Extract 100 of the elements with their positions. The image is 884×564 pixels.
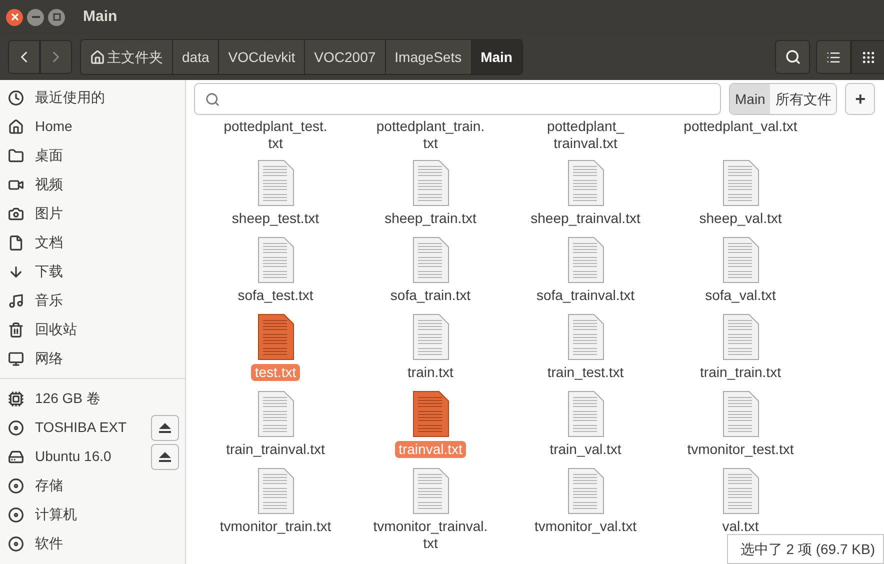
file-name: tvmonitor_test.txt bbox=[686, 441, 795, 458]
minimize-icon bbox=[32, 16, 40, 18]
chip-icon bbox=[8, 390, 24, 406]
file-name: pottedplant_test. txt bbox=[222, 118, 328, 152]
file-name: train.txt bbox=[406, 364, 454, 381]
close-button[interactable] bbox=[6, 8, 23, 26]
list-icon bbox=[826, 50, 841, 64]
disk-icon bbox=[8, 536, 24, 552]
drive-icon bbox=[8, 448, 24, 464]
document-icon bbox=[8, 234, 24, 250]
sidebar-item[interactable]: 存储 bbox=[0, 471, 185, 500]
file-name: tvmonitor_val.txt bbox=[534, 518, 638, 535]
sidebar-item[interactable]: 文档 bbox=[0, 228, 185, 257]
list-view-button[interactable] bbox=[816, 40, 851, 74]
sidebar-item[interactable]: TOSHIBA EXT bbox=[0, 413, 185, 442]
path-button[interactable]: Main bbox=[472, 40, 522, 74]
path-button[interactable]: ImageSets bbox=[386, 40, 472, 74]
sidebar-label: 下载 bbox=[35, 262, 64, 281]
sidebar-label: 计算机 bbox=[35, 505, 78, 524]
disk-icon bbox=[8, 420, 24, 436]
sidebar-item[interactable]: 回收站 bbox=[0, 315, 185, 344]
sidebar-label: TOSHIBA EXT bbox=[35, 418, 128, 437]
sidebar-label: 桌面 bbox=[35, 146, 64, 165]
file-name: sofa_trainval.txt bbox=[535, 287, 636, 304]
file-name: sheep_trainval.txt bbox=[530, 210, 642, 227]
scope-button[interactable]: Main bbox=[730, 84, 770, 114]
sidebar-item[interactable]: Home bbox=[0, 112, 185, 141]
sidebar-label: 最近使用的 bbox=[35, 88, 106, 107]
sidebar-label: 软件 bbox=[35, 534, 64, 553]
status-bar: 选中了 2 项 (69.7 KB) bbox=[727, 534, 884, 564]
folder-icon bbox=[8, 148, 24, 164]
file-name: pottedplant_val.txt bbox=[682, 118, 798, 135]
file-name: tvmonitor_train.txt bbox=[218, 518, 332, 535]
file-name: train_train.txt bbox=[699, 364, 782, 381]
sidebar-label: Home bbox=[35, 117, 74, 136]
trash-icon bbox=[8, 322, 24, 338]
file-name: train_test.txt bbox=[546, 364, 625, 381]
download-icon bbox=[8, 264, 24, 280]
eject-button[interactable] bbox=[151, 444, 179, 470]
file-name: sofa_test.txt bbox=[236, 287, 314, 304]
sidebar-item[interactable]: 下载 bbox=[0, 257, 185, 286]
clock-icon bbox=[8, 90, 24, 106]
window-title: Main bbox=[83, 6, 118, 27]
maximize-button[interactable] bbox=[48, 8, 65, 26]
sidebar-label: 回收站 bbox=[35, 320, 78, 339]
minimize-button[interactable] bbox=[27, 8, 44, 26]
monitor-icon bbox=[8, 350, 24, 366]
sidebar-item[interactable]: 桌面 bbox=[0, 141, 185, 170]
sidebar-item[interactable]: 视频 bbox=[0, 170, 185, 199]
maximize-icon bbox=[52, 13, 60, 21]
sidebar-item[interactable]: 软件 bbox=[0, 529, 185, 558]
sidebar-item[interactable]: Ubuntu 16.0 bbox=[0, 442, 185, 471]
add-button[interactable]: + bbox=[845, 83, 876, 115]
sidebar-item[interactable]: 音乐 bbox=[0, 286, 185, 315]
file-name: pottedplant_train. txt bbox=[375, 118, 486, 152]
path-button[interactable]: VOC2007 bbox=[305, 40, 386, 74]
search-icon bbox=[784, 49, 800, 65]
search-field[interactable] bbox=[194, 83, 721, 115]
file-name: pottedplant_ trainval.txt bbox=[546, 118, 626, 152]
file-name: sheep_val.txt bbox=[698, 210, 783, 227]
file-name: train_val.txt bbox=[548, 441, 622, 458]
eject-icon bbox=[158, 450, 172, 462]
search-button[interactable] bbox=[775, 40, 810, 74]
path-button[interactable]: VOCdevkit bbox=[219, 40, 306, 74]
file-name: tvmonitor_trainval. txt bbox=[372, 518, 489, 552]
sidebar-item[interactable]: 图片 bbox=[0, 199, 185, 228]
disk-icon bbox=[8, 506, 24, 522]
file-name: sofa_train.txt bbox=[389, 287, 472, 304]
sidebar-label: 网络 bbox=[35, 349, 64, 368]
scope-button[interactable]: 所有文件 bbox=[770, 84, 836, 114]
grid-view-button[interactable] bbox=[851, 40, 884, 74]
eject-button[interactable] bbox=[151, 414, 179, 440]
sidebar-item[interactable]: 计算机 bbox=[0, 500, 185, 529]
search-icon bbox=[205, 92, 220, 106]
sidebar-item[interactable]: 最近使用的 bbox=[0, 83, 185, 112]
camera-icon bbox=[8, 206, 24, 222]
file-name: sheep_train.txt bbox=[384, 210, 478, 227]
sidebar-item[interactable]: 126 GB 卷 bbox=[0, 384, 185, 413]
file-name: test.txt bbox=[250, 364, 300, 381]
sidebar-item[interactable]: 网络 bbox=[0, 344, 185, 373]
sidebar-label: Ubuntu 16.0 bbox=[35, 447, 112, 466]
file-name: sofa_val.txt bbox=[704, 287, 777, 304]
path-button[interactable]: 主文件夹 bbox=[81, 40, 173, 74]
close-icon bbox=[10, 13, 18, 21]
disk-icon bbox=[8, 478, 24, 494]
sidebar-label: 视频 bbox=[35, 175, 64, 194]
home-icon bbox=[90, 50, 105, 64]
music-icon bbox=[8, 292, 24, 308]
path-button[interactable]: data bbox=[173, 40, 220, 74]
file-name: val.txt bbox=[721, 518, 760, 535]
sidebar-label: 126 GB 卷 bbox=[35, 389, 102, 408]
sidebar-label: 文档 bbox=[35, 233, 64, 252]
eject-icon bbox=[158, 422, 172, 434]
file-name: train_trainval.txt bbox=[225, 441, 326, 458]
home-icon bbox=[8, 118, 24, 134]
sidebar-label: 音乐 bbox=[35, 291, 64, 310]
file-name: sheep_test.txt bbox=[230, 210, 320, 227]
sidebar-label: 存储 bbox=[35, 476, 64, 495]
file-name: trainval.txt bbox=[394, 441, 466, 458]
sidebar-label: 图片 bbox=[35, 204, 64, 223]
